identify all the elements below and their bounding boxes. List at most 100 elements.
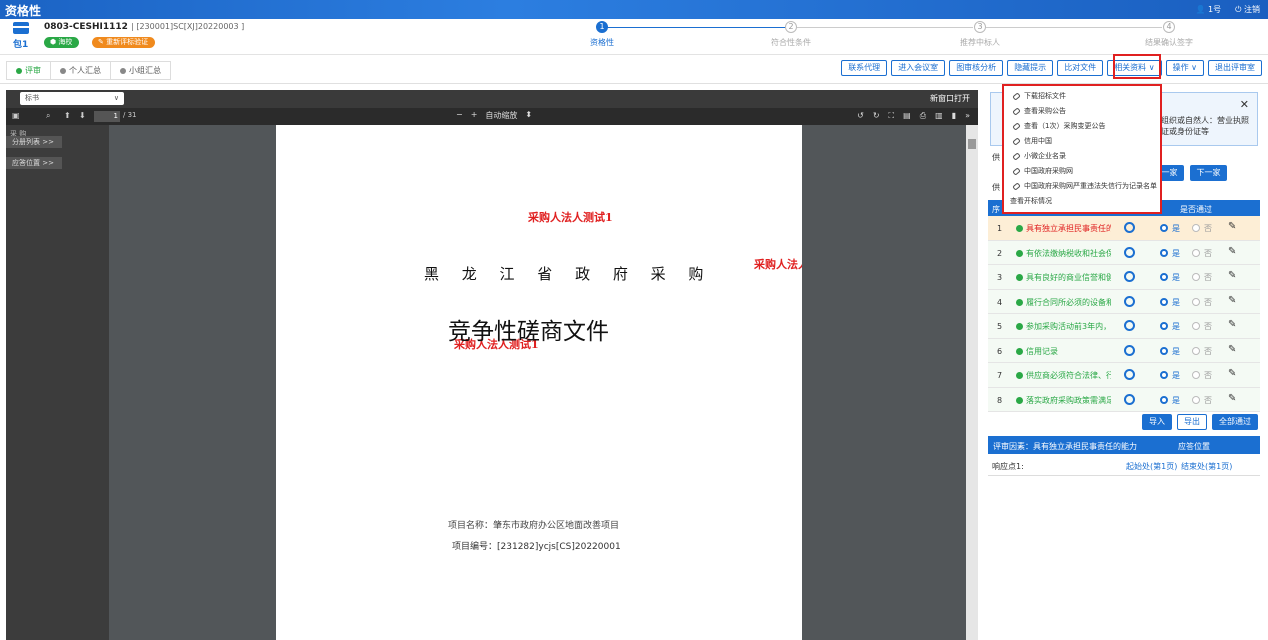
compare-files-button[interactable]: 比对文件 — [1057, 60, 1104, 76]
detail-icon[interactable] — [1124, 320, 1135, 331]
zoom-out-icon[interactable]: − — [456, 110, 463, 121]
criterion-text[interactable]: 信用记录 — [1026, 346, 1111, 357]
edit-icon[interactable]: ✎ — [1228, 246, 1236, 257]
arrow-down-icon[interactable]: ⬇ — [79, 111, 86, 120]
export-button[interactable]: 导出 — [1177, 414, 1207, 430]
user-name[interactable]: 👤 1号 — [1196, 4, 1222, 15]
radio-yes[interactable] — [1160, 395, 1168, 404]
rotate-left-icon[interactable]: ↺ — [857, 111, 864, 121]
edit-icon[interactable]: ✎ — [1228, 344, 1236, 355]
criterion-text[interactable]: 参加采购活动前3年内，在经营 — [1026, 321, 1111, 332]
table-row[interactable]: 2 有依法缴纳税收和社会保障资金 是 否 ✎ — [988, 240, 1260, 265]
operate-button[interactable]: 操作 ∨ — [1165, 60, 1204, 76]
print-icon[interactable]: ⎙ — [920, 111, 926, 121]
radio-no[interactable] — [1192, 322, 1200, 330]
dropdown-item[interactable]: 查看采购公告 — [1012, 106, 1066, 116]
edit-icon[interactable]: ✎ — [1228, 393, 1236, 404]
logout-link[interactable]: ⏻ 注销 — [1235, 4, 1260, 15]
viewer-scrollbar[interactable] — [966, 125, 978, 640]
zoom-level-select[interactable]: 自动缩放 — [485, 110, 517, 121]
start-page-link[interactable]: 起始处(第1页) — [1126, 461, 1177, 472]
pass-all-button[interactable]: 全部通过 — [1212, 414, 1258, 430]
dropdown-item[interactable]: 中国政府采购网严重违法失信行为记录名单 — [1012, 181, 1157, 191]
exit-review-button[interactable]: 退出评审室 — [1208, 60, 1262, 76]
detail-icon[interactable] — [1124, 222, 1135, 233]
criterion-text[interactable]: 履行合同所必须的设备和专业技术 — [1026, 297, 1111, 308]
table-row[interactable]: 6 信用记录 是 否 ✎ — [988, 338, 1260, 363]
detail-icon[interactable] — [1124, 393, 1135, 405]
radio-no[interactable] — [1192, 248, 1200, 257]
answer-position-item[interactable]: 应答位置 >> — [6, 157, 62, 169]
radio-no[interactable] — [1192, 224, 1200, 232]
tab-review[interactable]: 评审 — [7, 62, 51, 79]
sidebar-toggle-icon[interactable]: ▣ — [12, 111, 20, 120]
analysis-button[interactable]: 图审核分析 — [949, 60, 1004, 76]
viewer-toolbar: ▣ ⌕ ⬆ ⬇ 1 / 31 − + 自动缩放 ⬍ ↺ ↻ ⛶ ▤ ⎙ ▥ ▮ … — [6, 108, 978, 125]
detail-icon[interactable] — [1124, 344, 1135, 356]
table-row[interactable]: 3 具有良好的商业信誉和健全的财务 是 否 ✎ — [988, 265, 1260, 290]
hide-tips-button[interactable]: 隐藏提示 — [1007, 60, 1054, 76]
open-file-icon[interactable]: ▤ — [903, 111, 911, 121]
radio-no[interactable] — [1192, 273, 1200, 281]
more-tools-icon[interactable]: » — [965, 111, 970, 121]
dropdown-item[interactable]: 下载招标文件 — [1012, 91, 1066, 101]
radio-no[interactable] — [1192, 297, 1200, 306]
radio-yes[interactable] — [1160, 224, 1168, 232]
radio-yes[interactable] — [1160, 273, 1168, 281]
table-row[interactable]: 7 供应商必须符合法律、行政法规 是 否 ✎ — [988, 363, 1260, 388]
criterion-text[interactable]: 供应商必须符合法律、行政法规 — [1026, 370, 1111, 381]
criterion-text[interactable]: 具有良好的商业信誉和健全的财务 — [1026, 272, 1111, 283]
package-name[interactable]: 包1 — [13, 37, 28, 50]
document-select[interactable]: 标书 ∨ — [20, 92, 124, 105]
edit-icon[interactable]: ✎ — [1228, 368, 1236, 379]
dropdown-item[interactable]: 中国政府采购网 — [1012, 166, 1073, 176]
tab-personal-summary[interactable]: 个人汇总 — [51, 62, 111, 79]
download-icon[interactable]: ▥ — [935, 111, 943, 121]
volume-list-item[interactable]: 分册列表 >> — [6, 136, 62, 148]
table-row[interactable]: 1 具有独立承担民事责任的能力 是 否 ✎ — [988, 216, 1260, 241]
criterion-text[interactable]: 有依法缴纳税收和社会保障资金 — [1026, 248, 1111, 259]
next-supplier-button[interactable]: 下一家 — [1190, 165, 1227, 181]
edit-icon[interactable]: ✎ — [1228, 270, 1236, 281]
dropdown-item[interactable]: 查看（1次）采购变更公告 — [1012, 121, 1105, 131]
contact-agent-button[interactable]: 联系代理 — [841, 60, 888, 76]
dropdown-item[interactable]: 查看开标情况 — [1010, 196, 1052, 206]
dropdown-item[interactable]: 小微企业名录 — [1012, 151, 1066, 161]
page-number-input[interactable]: 1 — [94, 111, 120, 122]
edit-icon[interactable]: ✎ — [1228, 319, 1236, 330]
radio-no[interactable] — [1192, 371, 1200, 379]
fullscreen-icon[interactable]: ⛶ — [889, 111, 895, 121]
edit-icon[interactable]: ✎ — [1228, 221, 1236, 232]
enter-meeting-button[interactable]: 进入会议室 — [891, 60, 946, 76]
radio-yes[interactable] — [1160, 297, 1168, 306]
radio-no[interactable] — [1192, 395, 1200, 404]
arrow-up-icon[interactable]: ⬆ — [64, 111, 71, 120]
radio-yes[interactable] — [1160, 322, 1168, 330]
detail-icon[interactable] — [1124, 271, 1135, 282]
table-row[interactable]: 5 参加采购活动前3年内，在经营 是 否 ✎ — [988, 314, 1260, 339]
close-icon[interactable]: ✕ — [1240, 98, 1249, 111]
radio-yes[interactable] — [1160, 346, 1168, 355]
radio-yes[interactable] — [1160, 371, 1168, 379]
edit-icon[interactable]: ✎ — [1228, 295, 1236, 306]
status-dot-icon — [1016, 274, 1023, 281]
radio-no[interactable] — [1192, 346, 1200, 355]
bookmark-icon[interactable]: ▮ — [952, 111, 956, 121]
import-button[interactable]: 导入 — [1142, 414, 1172, 430]
rotate-right-icon[interactable]: ↻ — [873, 111, 880, 121]
criterion-text[interactable]: 具有独立承担民事责任的能力 — [1026, 223, 1111, 234]
detail-icon[interactable] — [1124, 369, 1135, 380]
detail-icon[interactable] — [1124, 295, 1135, 307]
new-window-link[interactable]: 新窗口打开 — [930, 93, 970, 104]
radio-yes[interactable] — [1160, 248, 1168, 257]
criterion-text[interactable]: 落实政府采购政策需满足的资格 — [1026, 395, 1111, 406]
tab-group-summary[interactable]: 小组汇总 — [111, 62, 170, 79]
end-page-link[interactable]: 结束处(第1页) — [1181, 461, 1232, 472]
table-row[interactable]: 4 履行合同所必须的设备和专业技术 是 否 ✎ — [988, 289, 1260, 314]
table-row[interactable]: 8 落实政府采购政策需满足的资格 是 否 ✎ — [988, 387, 1260, 412]
dropdown-item[interactable]: 信用中国 — [1012, 136, 1052, 146]
search-icon[interactable]: ⌕ — [46, 111, 50, 121]
scrollbar-thumb[interactable] — [968, 139, 976, 149]
zoom-in-icon[interactable]: + — [471, 110, 478, 121]
detail-icon[interactable] — [1124, 246, 1135, 258]
